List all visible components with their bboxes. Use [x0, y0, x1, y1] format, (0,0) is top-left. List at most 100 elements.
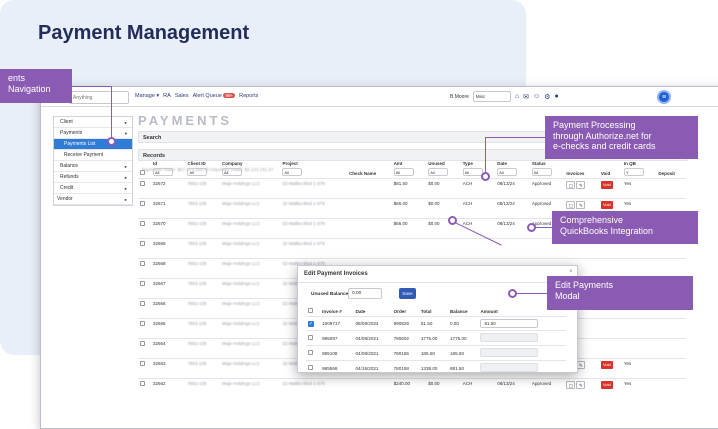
invoice-row[interactable]: 985097 04/08/2021 780602 1775.00 1775.00 [306, 330, 566, 346]
edit-pencil-icon[interactable]: ✎ [576, 200, 586, 209]
cart-icon[interactable]: ⌂ [515, 93, 519, 100]
users-icon[interactable]: ☺ [533, 93, 540, 100]
cell-amt: $66.00 [391, 197, 427, 218]
edit-pencil-icon[interactable]: ✎ [576, 380, 586, 389]
column-header[interactable]: Project All [280, 150, 347, 178]
global-search-input[interactable]: Anything [69, 91, 129, 104]
nav-alert-queue[interactable]: Alert Queue 99+ [193, 93, 236, 99]
select-all-checkbox[interactable] [140, 169, 145, 175]
column-filter-select[interactable]: All [497, 167, 518, 176]
invoice-checkbox[interactable] [308, 350, 313, 355]
column-filter-select[interactable]: All [222, 167, 242, 176]
invoice-checkbox[interactable] [308, 335, 313, 340]
invoice-column-header: Date [355, 308, 366, 314]
void-button[interactable]: Void [600, 360, 613, 369]
alert-count-badge: 99+ [223, 93, 236, 98]
callout-modal-text: Edit Payments Modal [555, 280, 614, 301]
unused-balance-field[interactable]: 0.00 [348, 288, 382, 299]
chat-icon[interactable]: ✉ [523, 93, 529, 101]
chevron-right-icon: ▸ [124, 175, 127, 180]
column-header[interactable]: Id All [151, 150, 186, 178]
view-invoice-icon[interactable]: ▢ [566, 380, 576, 389]
hamburger-menu-icon[interactable]: ≡ [657, 90, 671, 104]
row-checkbox[interactable] [140, 380, 145, 386]
row-checkbox[interactable] [140, 320, 145, 326]
close-icon[interactable]: × [569, 269, 573, 275]
column-header[interactable]: Amt All [392, 150, 427, 178]
table-row[interactable]: 32662 7952-135 Maje Holdings LLC 32 Malibu … [138, 377, 686, 398]
row-checkbox[interactable] [140, 240, 145, 246]
void-button[interactable]: Void [600, 380, 613, 389]
row-checkbox[interactable] [140, 180, 145, 186]
column-header[interactable]: Type All [461, 150, 496, 178]
sidebar-item-refunds[interactable]: Refunds ▸ [54, 172, 132, 183]
invoice-checkbox[interactable] [308, 365, 313, 370]
row-select-cell [138, 317, 151, 338]
row-checkbox[interactable] [140, 200, 145, 206]
row-checkbox[interactable] [140, 280, 145, 286]
column-filter-select[interactable]: All [462, 167, 483, 176]
column-filter-select[interactable]: Y [623, 167, 644, 176]
column-filter-select[interactable]: All [428, 167, 449, 176]
sidebar-item-payments[interactable]: Payments ▾ [54, 128, 132, 139]
invoice-amount-input[interactable]: 81.50 [480, 319, 539, 328]
cell-id: 32665 [150, 317, 186, 338]
cell-unused: $0.00 [426, 177, 461, 198]
invoice-row[interactable]: 985566 04/15/2021 780158 1338.00 881.50 [306, 360, 566, 372]
column-filter-select[interactable]: All [531, 167, 552, 176]
nav-sales[interactable]: Sales [175, 93, 189, 99]
invoice-checkbox-checked[interactable]: ✓ [308, 320, 314, 327]
void-button[interactable]: Void [600, 180, 613, 189]
sidebar-item-receive-payment[interactable]: Receive Payment [54, 150, 132, 161]
marker-dot [508, 289, 517, 298]
edit-pencil-icon[interactable]: ✎ [576, 180, 586, 189]
row-checkbox[interactable] [140, 360, 145, 366]
cell-date: 08/13/24 [495, 177, 530, 198]
void-button[interactable]: Void [600, 200, 613, 209]
cell-deposit [656, 337, 686, 358]
settings-icon[interactable]: ⚙ [544, 93, 550, 101]
row-checkbox[interactable] [140, 260, 145, 266]
view-invoice-icon[interactable]: ▢ [566, 200, 576, 209]
cell-project: 32 Malibu Blvd 1-979 [280, 377, 348, 398]
column-header[interactable]: Unused All [426, 150, 461, 178]
save-button[interactable]: Save [399, 288, 416, 299]
invoice-row[interactable]: 985108 04/08/2021 780155 185.50 185.50 [306, 345, 566, 361]
chevron-right-icon: ▸ [124, 164, 127, 169]
row-checkbox[interactable] [140, 340, 145, 346]
sidebar-item-credit[interactable]: Credit ▸ [54, 183, 132, 194]
callout-modal: Edit Payments Modal [547, 276, 693, 310]
column-filter-select[interactable]: All [393, 167, 414, 176]
invoice-amount-input[interactable] [480, 348, 539, 357]
column-header[interactable]: Date All [495, 150, 530, 178]
column-header[interactable]: Company All [220, 150, 280, 178]
sidebar-item-client[interactable]: Client ▸ [54, 117, 132, 128]
mode-select[interactable]: Misc [472, 91, 511, 102]
column-header[interactable]: Check Name [347, 150, 392, 178]
sidebar-item-balance[interactable]: Balance ▸ [54, 161, 132, 172]
cell-amt: $66.00 [391, 217, 427, 238]
invoice-invoice: 985108 [320, 345, 354, 361]
user-name[interactable]: B.Moore [450, 94, 469, 100]
marker-dot [481, 172, 490, 181]
apps-icon[interactable]: ● [554, 93, 558, 100]
nav-ra[interactable]: RA [163, 93, 171, 99]
invoice-row[interactable]: ✓ 1009717 08/09/2024 990829 81.50 0.00 81.50 [306, 316, 566, 331]
row-checkbox[interactable] [140, 220, 145, 226]
column-filter-select[interactable]: All [282, 167, 303, 176]
column-header[interactable]: Client ID All [185, 150, 220, 178]
sidebar-item-vendor[interactable]: Vendor ▸ [54, 194, 132, 205]
cell-inqb: Yes [621, 357, 657, 378]
nav-reports[interactable]: Reports [239, 93, 258, 99]
invoice-amount-input[interactable] [480, 363, 539, 372]
column-filter-select[interactable]: All [152, 167, 173, 176]
row-checkbox[interactable] [140, 300, 145, 306]
nav-manage[interactable]: Manage ▾ [135, 93, 159, 99]
column-filter-select[interactable]: All [187, 167, 208, 176]
view-invoice-icon[interactable]: ▢ [566, 180, 576, 189]
cell-deposit [656, 317, 686, 338]
select-all-invoices-checkbox[interactable] [308, 308, 313, 313]
table-row[interactable]: 32672 7952-135 Maje Holdings LLC 32 Malibu … [138, 177, 686, 198]
sidebar-item-payments-list[interactable]: Payments List [54, 139, 132, 150]
invoice-amount-input[interactable] [480, 333, 539, 342]
